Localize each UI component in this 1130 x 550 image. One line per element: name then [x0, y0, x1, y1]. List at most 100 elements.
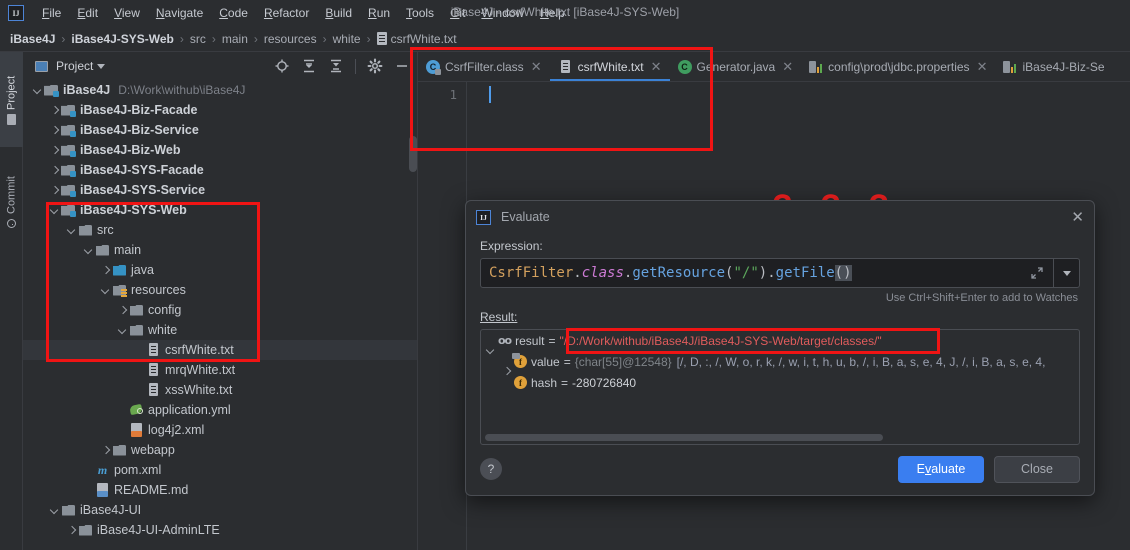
tree-row[interactable]: mrqWhite.txt — [23, 360, 418, 380]
expand-twisty-icon[interactable] — [31, 84, 44, 97]
menu-window[interactable]: Window — [473, 3, 532, 23]
tree-spacer — [82, 484, 95, 497]
expand-twisty-icon[interactable] — [48, 184, 61, 197]
expression-input[interactable]: CsrfFilter.class.getResource("/").getFil… — [480, 258, 1080, 288]
tree-row[interactable]: iBase4J-SYS-Facade — [23, 160, 418, 180]
breadcrumb-item-3[interactable]: main — [222, 32, 248, 46]
tree-row[interactable]: iBase4J-Biz-Web — [23, 140, 418, 160]
expand-twisty-icon[interactable] — [48, 504, 61, 517]
menu-edit[interactable]: Edit — [69, 3, 106, 23]
tree-row[interactable]: csrfWhite.txt — [23, 340, 418, 360]
expand-twisty-icon[interactable] — [48, 124, 61, 137]
result-horizontal-scrollbar[interactable] — [485, 434, 883, 441]
result-row-value[interactable]: f value = {char[55]@12548} [/, D, :, /, … — [481, 351, 1079, 372]
locate-icon[interactable] — [274, 58, 290, 74]
collapse-all-icon[interactable] — [328, 58, 344, 74]
menu-file[interactable]: File — [34, 3, 69, 23]
tree-row[interactable]: iBase4J-Biz-Facade — [23, 100, 418, 120]
expand-editor-icon[interactable] — [1030, 266, 1045, 281]
editor-tab-label: csrfWhite.txt — [578, 60, 644, 74]
expand-twisty-icon[interactable] — [48, 204, 61, 217]
breadcrumb-item-5[interactable]: white — [333, 32, 361, 46]
tree-row[interactable]: resources — [23, 280, 418, 300]
tree-row[interactable]: webapp — [23, 440, 418, 460]
tree-row[interactable]: iBase4J-Biz-Service — [23, 120, 418, 140]
folder-icon — [7, 114, 16, 125]
menu-help[interactable]: Help — [532, 3, 573, 23]
close-icon[interactable]: ✕ — [1071, 210, 1084, 225]
expand-twisty-icon[interactable] — [99, 284, 112, 297]
tree-row[interactable]: mpom.xml — [23, 460, 418, 480]
editor-tab[interactable]: CGenerator.java✕ — [670, 52, 802, 81]
text-caret — [489, 86, 491, 103]
menu-tools[interactable]: Tools — [398, 3, 442, 23]
breadcrumb-item-1[interactable]: iBase4J-SYS-Web — [71, 32, 174, 46]
xml-icon — [129, 423, 144, 437]
project-tree-scrollbar[interactable] — [409, 136, 417, 172]
result-tree[interactable]: oo result = "/D:/Work/withub/iBase4J/iBa… — [480, 329, 1080, 445]
result-row-result[interactable]: oo result = "/D:/Work/withub/iBase4J/iBa… — [481, 330, 1079, 351]
tab-close-icon[interactable]: ✕ — [531, 60, 542, 73]
tree-row[interactable]: iBase4JD:\Work\withub\iBase4J — [23, 80, 418, 100]
dialog-footer: ? Evaluate Close — [466, 443, 1094, 495]
expand-twisty-icon[interactable] — [48, 144, 61, 157]
settings-gear-icon[interactable] — [367, 58, 383, 74]
menu-run[interactable]: Run — [360, 3, 398, 23]
tree-row[interactable]: iBase4J-SYS-Service — [23, 180, 418, 200]
tree-row[interactable]: java — [23, 260, 418, 280]
expand-all-icon[interactable] — [301, 58, 317, 74]
expand-twisty-icon[interactable] — [82, 244, 95, 257]
tree-row[interactable]: main — [23, 240, 418, 260]
expand-twisty-icon[interactable] — [65, 524, 78, 537]
expand-twisty-icon[interactable] — [99, 444, 112, 457]
tree-row[interactable]: iBase4J-UI-AdminLTE — [23, 520, 418, 540]
result-row-hash[interactable]: f hash = -280726840 — [481, 372, 1079, 393]
tab-close-icon[interactable]: ✕ — [651, 60, 662, 73]
md-icon — [95, 483, 110, 497]
tree-row[interactable]: config — [23, 300, 418, 320]
tree-row[interactable]: white — [23, 320, 418, 340]
tree-row[interactable]: iBase4J-SYS-Web — [23, 200, 418, 220]
tree-row-label: mrqWhite.txt — [165, 363, 235, 377]
expand-twisty-icon[interactable] — [116, 324, 129, 337]
tree-row[interactable]: xssWhite.txt — [23, 380, 418, 400]
tree-row[interactable]: README.md — [23, 480, 418, 500]
help-button[interactable]: ? — [480, 458, 502, 480]
rail-tab-commit[interactable]: Commit — [0, 152, 23, 252]
breadcrumb-item-0[interactable]: iBase4J — [10, 32, 55, 46]
expand-twisty-icon[interactable] — [116, 304, 129, 317]
editor-tab[interactable]: csrfWhite.txt ✕ — [550, 52, 670, 81]
expand-twisty-icon[interactable] — [99, 264, 112, 277]
expression-history-dropdown[interactable] — [1053, 259, 1079, 287]
menu-code[interactable]: Code — [211, 3, 256, 23]
evaluate-button[interactable]: Evaluate — [898, 456, 984, 483]
breadcrumb-item-4[interactable]: resources — [264, 32, 317, 46]
tree-row[interactable]: iBase4J-UI — [23, 500, 418, 520]
tree-row[interactable]: application.yml — [23, 400, 418, 420]
rail-tab-project[interactable]: Project — [0, 52, 23, 147]
project-panel-toolbar — [274, 58, 414, 74]
maven-icon: m — [95, 463, 110, 477]
expand-twisty-icon[interactable] — [48, 104, 61, 117]
menu-navigate[interactable]: Navigate — [148, 3, 211, 23]
tab-close-icon[interactable]: ✕ — [977, 60, 988, 73]
chevron-down-icon[interactable] — [97, 64, 105, 69]
editor-tab[interactable]: config\prod\jdbc.properties✕ — [801, 52, 995, 81]
project-tree[interactable]: iBase4JD:\Work\withub\iBase4JiBase4J-Biz… — [23, 80, 418, 550]
menu-refactor[interactable]: Refactor — [256, 3, 317, 23]
breadcrumb-separator: › — [323, 32, 327, 46]
expand-twisty-icon[interactable] — [65, 224, 78, 237]
tree-row[interactable]: log4j2.xml — [23, 420, 418, 440]
minimize-icon[interactable] — [394, 58, 410, 74]
tab-close-icon[interactable]: ✕ — [782, 60, 793, 73]
editor-tab[interactable]: iBase4J-Biz-Se — [995, 52, 1112, 81]
editor-tab[interactable]: CCsrfFilter.class✕ — [418, 52, 550, 81]
tree-row[interactable]: src — [23, 220, 418, 240]
breadcrumb-item-2[interactable]: src — [190, 32, 206, 46]
menu-git[interactable]: Git — [442, 3, 473, 23]
breadcrumb-item-6[interactable]: csrfWhite.txt — [391, 32, 457, 46]
menu-build[interactable]: Build — [317, 3, 360, 23]
expand-twisty-icon[interactable] — [48, 164, 61, 177]
menu-view[interactable]: View — [106, 3, 148, 23]
close-button[interactable]: Close — [994, 456, 1080, 483]
